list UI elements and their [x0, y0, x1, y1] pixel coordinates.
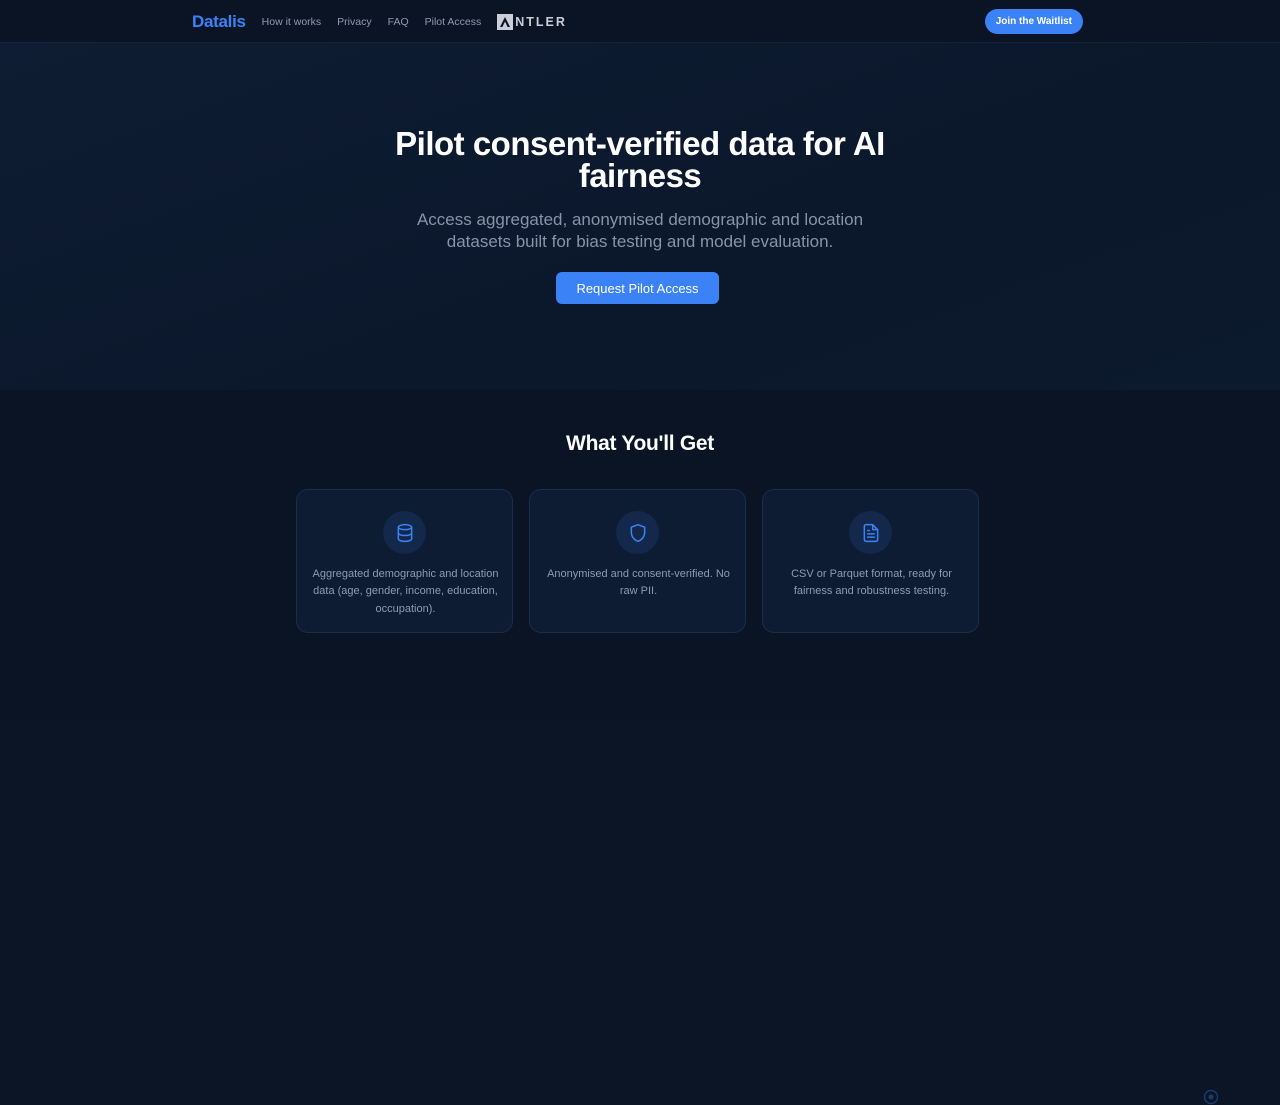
top-navbar: Datalis How it works Privacy FAQ Pilot A…	[0, 0, 1280, 43]
antler-logo-icon	[497, 13, 514, 30]
nav-link-faq[interactable]: FAQ	[388, 16, 409, 28]
nav-container: Datalis How it works Privacy FAQ Pilot A…	[192, 0, 1083, 43]
features-title: What You'll Get	[566, 432, 714, 455]
nav-link-privacy[interactable]: Privacy	[337, 16, 371, 28]
shield-icon	[616, 511, 659, 554]
document-icon	[849, 511, 892, 554]
hero-section: Pilot consent-verified data for AI fairn…	[0, 43, 1280, 390]
brand-logo[interactable]: Datalis	[192, 12, 246, 32]
features-section: What You'll Get Aggregated demographic a…	[0, 390, 1280, 1105]
watermark-icon	[1203, 1089, 1219, 1105]
hero-title: Pilot consent-verified data for AI fairn…	[395, 125, 885, 194]
request-pilot-access-button[interactable]: Request Pilot Access	[556, 272, 719, 304]
join-waitlist-button[interactable]: Join the Waitlist	[984, 9, 1083, 34]
antler-logo-text: NTLER	[515, 14, 567, 29]
feature-card-data: Aggregated demographic and location data…	[296, 489, 513, 633]
feature-card-text: Anonymised and consent-verified. No raw …	[547, 568, 730, 598]
feature-card-format: CSV or Parquet format, ready for fairnes…	[762, 489, 979, 633]
database-icon	[383, 511, 426, 554]
nav-link-how-it-works[interactable]: How it works	[262, 16, 322, 28]
feature-card-text: CSV or Parquet format, ready for fairnes…	[791, 568, 952, 598]
feature-card-privacy: Anonymised and consent-verified. No raw …	[529, 489, 746, 633]
antler-partner-logo: NTLER	[497, 13, 567, 30]
nav-link-pilot-access[interactable]: Pilot Access	[425, 16, 482, 28]
feature-card-text: Aggregated demographic and location data…	[312, 568, 499, 615]
hero-subtitle: Access aggregated, anonymised demographi…	[416, 210, 864, 251]
